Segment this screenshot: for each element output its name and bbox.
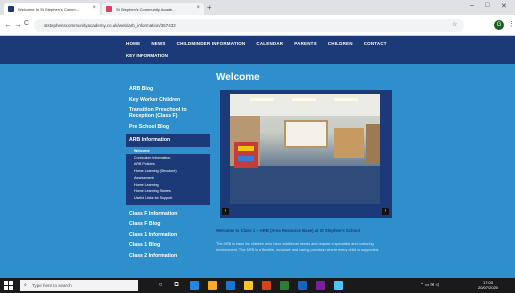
sidebar-item-class-1-blog[interactable]: Class 1 Blog [126, 242, 210, 248]
nav-news[interactable]: NEWS [151, 41, 165, 46]
close-tab-icon[interactable]: × [92, 5, 96, 11]
classroom-photo [230, 94, 380, 204]
submenu-item-useful-links[interactable]: Useful Links for Support [126, 195, 210, 202]
nav-contact[interactable]: CONTACT [364, 41, 387, 46]
nav-parents[interactable]: PARENTS [294, 41, 317, 46]
windows-start-icon[interactable] [4, 281, 13, 290]
submenu-item-curriculum[interactable]: Curriculum Information [126, 154, 210, 161]
nav-home[interactable]: HOME [126, 41, 140, 46]
store-icon[interactable] [226, 281, 235, 290]
close-window-button[interactable]: ✕ [501, 2, 507, 10]
nav-key-information[interactable]: KEY INFORMATION [126, 53, 168, 58]
submenu-item-home-learning[interactable]: Home Learning [126, 181, 210, 188]
clock-date: 20/07/2020 [478, 285, 499, 290]
search-placeholder: Type here to search [32, 283, 72, 288]
bookmark-star-icon[interactable]: ☆ [452, 21, 457, 28]
url-text: ststephenscommunityacademy.co.uk/web/arb… [44, 23, 176, 28]
chrome-icon[interactable] [244, 281, 253, 290]
sidebar-item-class-2-information[interactable]: Class 2 Information [126, 253, 210, 259]
tab-title: St Stephen's Community Acade... [116, 7, 176, 12]
file-explorer-icon[interactable] [208, 281, 217, 290]
taskbar-clock[interactable]: 17:03 20/07/2020 [478, 280, 498, 290]
forward-button[interactable]: → [14, 20, 22, 29]
sidebar-item-class-f-information[interactable]: Class F Information [126, 211, 210, 217]
browser-tab-bar: Welcome to St Stephen's Comm... × St Ste… [0, 0, 515, 15]
cortana-icon[interactable]: ○ [156, 281, 165, 290]
site-favicon-icon [8, 6, 14, 12]
search-icon: ⌕ [24, 282, 27, 288]
browser-menu-icon[interactable]: ⋮ [508, 20, 515, 28]
reload-button[interactable]: C [24, 20, 29, 27]
maximize-button[interactable]: □ [485, 2, 489, 9]
sidebar-item-arb-information[interactable]: ARB Information [126, 134, 210, 147]
nav-childminder-information[interactable]: CHILDMINDER INFORMATION [177, 41, 246, 46]
windows-taskbar: ⌕ Type here to search ○ ⧉ ⌃ ▭ ✉ ◁ 17:03 … [0, 278, 515, 293]
sidebar-item-class-1-information[interactable]: Class 1 Information [126, 232, 210, 238]
taskbar-search-input[interactable]: ⌕ Type here to search [20, 280, 138, 291]
browser-tab-academy[interactable]: St Stephen's Community Acade... × [102, 3, 204, 15]
nav-children[interactable]: CHILDREN [328, 41, 353, 46]
sidebar-item-pre-school-blog[interactable]: Pre School Blog [126, 124, 210, 130]
submenu-item-welcome[interactable]: Welcome [126, 147, 210, 155]
word-icon[interactable] [298, 281, 307, 290]
site-header: HOME NEWS CHILDMINDER INFORMATION CALEND… [0, 36, 515, 64]
onenote-icon[interactable] [316, 281, 325, 290]
address-bar[interactable]: ststephenscommunityacademy.co.uk/web/arb… [34, 19, 464, 32]
close-tab-icon[interactable]: × [196, 5, 200, 11]
excel-icon[interactable] [280, 281, 289, 290]
submenu-item-assessment[interactable]: Assessment [126, 175, 210, 182]
sidebar-item-class-f-blog[interactable]: Class F Blog [126, 221, 210, 227]
mail-icon[interactable] [334, 281, 343, 290]
powerpoint-icon[interactable] [262, 281, 271, 290]
sidebar-item-arb-blog[interactable]: ARB Blog [126, 86, 210, 92]
browser-toolbar: ← → C ststephenscommunityacademy.co.uk/w… [0, 15, 515, 36]
network-icon[interactable]: ⌃ ▭ ✉ ◁ [420, 282, 439, 288]
sidebar-item-key-worker-children[interactable]: Key Worker Children [126, 97, 210, 103]
slideshow-next-button[interactable]: › [382, 208, 389, 215]
top-navigation: HOME NEWS CHILDMINDER INFORMATION CALEND… [126, 41, 387, 46]
welcome-caption: Welcome to Class 1 – ARB (Area Resource … [216, 228, 360, 233]
edge-icon[interactable] [190, 281, 199, 290]
page-title: Welcome [216, 72, 260, 83]
minimize-button[interactable]: – [470, 2, 474, 9]
profile-avatar[interactable]: G [494, 20, 504, 30]
submenu-item-policies[interactable]: ARB Policies [126, 161, 210, 168]
sidebar-item-transition[interactable]: Transition Preschool to Reception (Class… [126, 107, 210, 119]
new-tab-button[interactable]: + [207, 3, 212, 12]
submenu-item-home-learning-stories[interactable]: Home Learning Stories [126, 188, 210, 195]
site-favicon-icon [106, 6, 112, 12]
browser-tab-welcome[interactable]: Welcome to St Stephen's Comm... × [4, 3, 100, 15]
welcome-body-text: The ARB is base for children who have ad… [216, 242, 380, 252]
sidebar-menu: ARB Blog Key Worker Children Transition … [126, 86, 210, 264]
slideshow-prev-button[interactable]: ‹ [222, 208, 229, 215]
back-button[interactable]: ← [4, 20, 12, 29]
submenu-item-home-learning-structure[interactable]: Home Learning (Structure) [126, 168, 210, 175]
sidebar-submenu: Welcome Curriculum Information ARB Polic… [126, 146, 210, 205]
image-slideshow: ‹ › [220, 90, 392, 218]
tab-title: Welcome to St Stephen's Comm... [18, 7, 79, 12]
task-view-icon[interactable]: ⧉ [172, 281, 181, 290]
nav-calendar[interactable]: CALENDAR [256, 41, 283, 46]
